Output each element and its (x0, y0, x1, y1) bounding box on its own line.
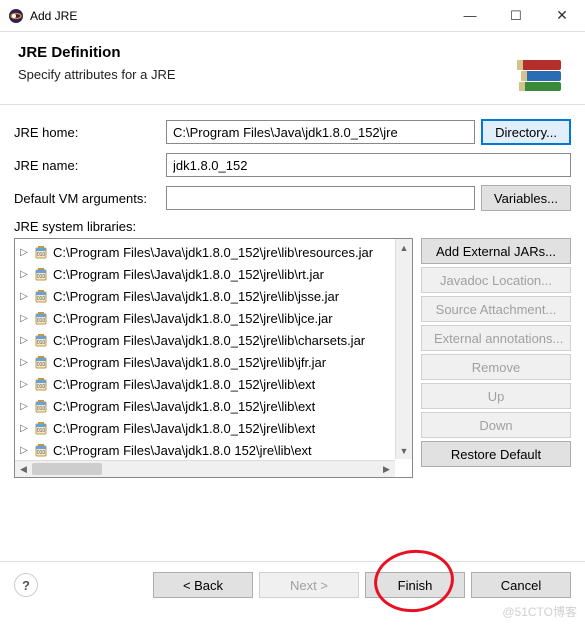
expand-arrow-icon[interactable]: ▷ (19, 291, 29, 302)
maximize-button[interactable]: ☐ (493, 0, 539, 31)
jre-name-label: JRE name: (14, 158, 160, 173)
library-path: C:\Program Files\Java\jdk1.8.0_152\jre\l… (53, 421, 315, 436)
page-subtitle: Specify attributes for a JRE (18, 67, 499, 82)
svg-text:010: 010 (37, 274, 46, 280)
list-item[interactable]: ▷ 010 C:\Program Files\Java\jdk1.8.0_152\j… (15, 263, 412, 285)
finish-button[interactable]: Finish (365, 572, 465, 598)
window-controls: — ☐ ✕ (447, 0, 585, 31)
minimize-button[interactable]: — (447, 0, 493, 31)
svg-text:010: 010 (37, 428, 46, 434)
vm-args-label: Default VM arguments: (14, 191, 160, 206)
expand-arrow-icon[interactable]: ▷ (19, 247, 29, 258)
svg-text:010: 010 (37, 362, 46, 368)
library-path: C:\Program Files\Java\jdk1.8.0_152\jre\l… (53, 267, 324, 282)
expand-arrow-icon[interactable]: ▷ (19, 423, 29, 434)
list-item[interactable]: ▷ 010 C:\Program Files\Java\jdk1.8.0_152\j… (15, 395, 412, 417)
svg-text:010: 010 (37, 406, 46, 412)
list-item[interactable]: ▷ 010 C:\Program Files\Java\jdk1.8.0_152\j… (15, 285, 412, 307)
expand-arrow-icon[interactable]: ▷ (19, 357, 29, 368)
libraries-list[interactable]: ▷ 010 C:\Program Files\Java\jdk1.8.0_152\j… (14, 238, 413, 478)
list-item[interactable]: ▷ 010 C:\Program Files\Java\jdk1.8.0_152\j… (15, 351, 412, 373)
jre-home-label: JRE home: (14, 125, 160, 140)
library-path: C:\Program Files\Java\jdk1.8.0_152\jre\l… (53, 377, 315, 392)
library-path: C:\Program Files\Java\jdk1.8.0_152\jre\l… (53, 355, 326, 370)
expand-arrow-icon[interactable]: ▷ (19, 335, 29, 346)
header: JRE Definition Specify attributes for a … (0, 32, 585, 105)
svg-text:010: 010 (37, 318, 46, 324)
window-title: Add JRE (30, 9, 447, 23)
expand-arrow-icon[interactable]: ▷ (19, 445, 29, 456)
library-path: C:\Program Files\Java\jdk1.8.0 152\jre\l… (53, 443, 312, 458)
expand-arrow-icon[interactable]: ▷ (19, 401, 29, 412)
variables-button[interactable]: Variables... (481, 185, 571, 211)
down-button[interactable]: Down (421, 412, 571, 438)
library-path: C:\Program Files\Java\jdk1.8.0_152\jre\l… (53, 245, 373, 260)
list-item[interactable]: ▷ 010 C:\Program Files\Java\jdk1.8.0 152\j… (15, 439, 412, 461)
horizontal-scrollbar[interactable]: ◀ ▶ (15, 460, 395, 477)
scroll-thumb[interactable] (32, 463, 102, 475)
expand-arrow-icon[interactable]: ▷ (19, 269, 29, 280)
scroll-left-icon[interactable]: ◀ (15, 461, 32, 477)
scroll-down-icon[interactable]: ▼ (396, 442, 412, 459)
list-item[interactable]: ▷ 010 C:\Program Files\Java\jdk1.8.0_152\j… (15, 329, 412, 351)
expand-arrow-icon[interactable]: ▷ (19, 379, 29, 390)
vertical-scrollbar[interactable]: ▲ ▼ (395, 239, 412, 459)
library-path: C:\Program Files\Java\jdk1.8.0_152\jre\l… (53, 289, 339, 304)
javadoc-location-button[interactable]: Javadoc Location... (421, 267, 571, 293)
list-item[interactable]: ▷ 010 C:\Program Files\Java\jdk1.8.0_152\j… (15, 241, 412, 263)
list-item[interactable]: ▷ 010 C:\Program Files\Java\jdk1.8.0_152\j… (15, 373, 412, 395)
help-icon[interactable]: ? (14, 573, 38, 597)
svg-text:010: 010 (37, 296, 46, 302)
library-path: C:\Program Files\Java\jdk1.8.0_152\jre\l… (53, 333, 365, 348)
svg-text:010: 010 (37, 384, 46, 390)
libraries-label: JRE system libraries: (14, 219, 571, 234)
jre-home-input[interactable] (166, 120, 475, 144)
add-external-jars-button[interactable]: Add External JARs... (421, 238, 571, 264)
jre-name-input[interactable] (166, 153, 571, 177)
up-button[interactable]: Up (421, 383, 571, 409)
books-icon (511, 44, 567, 92)
watermark: @51CTO博客 (502, 603, 577, 620)
svg-text:010: 010 (37, 450, 46, 456)
svg-text:010: 010 (37, 340, 46, 346)
restore-default-button[interactable]: Restore Default (421, 441, 571, 467)
source-attachment-button[interactable]: Source Attachment... (421, 296, 571, 322)
footer: ? < Back Next > Finish Cancel (0, 561, 585, 626)
next-button[interactable]: Next > (259, 572, 359, 598)
list-item[interactable]: ▷ 010 C:\Program Files\Java\jdk1.8.0_152\j… (15, 307, 412, 329)
expand-arrow-icon[interactable]: ▷ (19, 313, 29, 324)
eclipse-icon (8, 8, 24, 24)
close-button[interactable]: ✕ (539, 0, 585, 31)
directory-button[interactable]: Directory... (481, 119, 571, 145)
page-title: JRE Definition (18, 44, 499, 61)
svg-text:010: 010 (37, 252, 46, 258)
remove-button[interactable]: Remove (421, 354, 571, 380)
scroll-up-icon[interactable]: ▲ (396, 239, 412, 256)
scroll-right-icon[interactable]: ▶ (378, 461, 395, 477)
vm-args-input[interactable] (166, 186, 475, 210)
library-path: C:\Program Files\Java\jdk1.8.0_152\jre\l… (53, 311, 333, 326)
list-item[interactable]: ▷ 010 C:\Program Files\Java\jdk1.8.0_152\j… (15, 417, 412, 439)
library-path: C:\Program Files\Java\jdk1.8.0_152\jre\l… (53, 399, 315, 414)
external-annotations-button[interactable]: External annotations... (421, 325, 571, 351)
cancel-button[interactable]: Cancel (471, 572, 571, 598)
back-button[interactable]: < Back (153, 572, 253, 598)
titlebar: Add JRE — ☐ ✕ (0, 0, 585, 32)
